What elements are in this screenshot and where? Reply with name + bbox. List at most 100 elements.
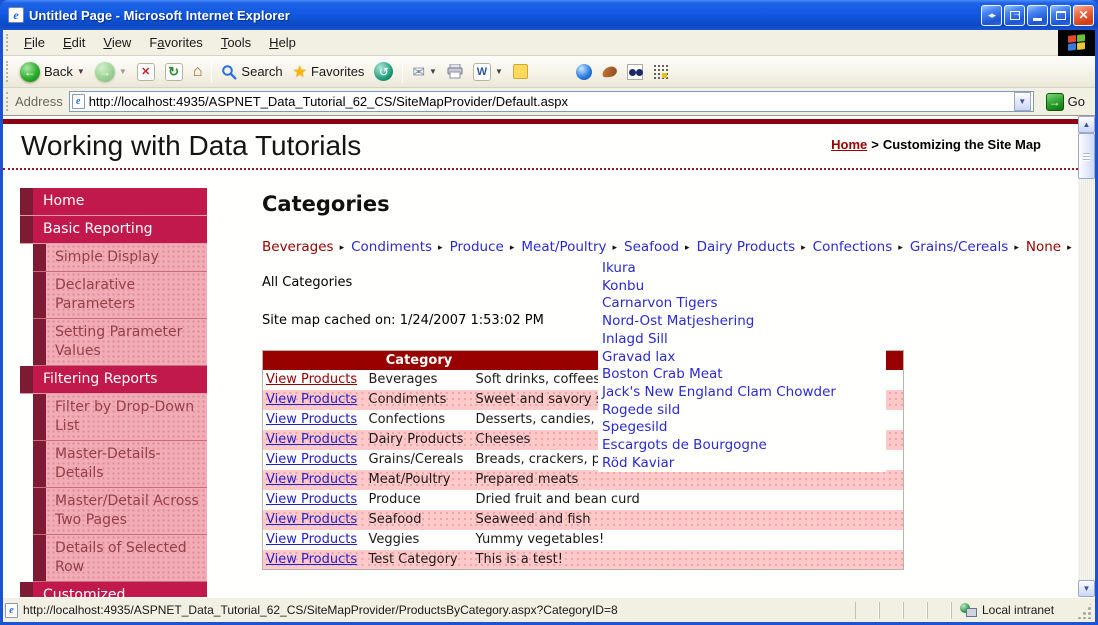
product-link-gravad-lax[interactable]: Gravad lax [602, 349, 675, 365]
sidebar-item-master-details-details[interactable]: Master-Details-Details [33, 441, 207, 488]
product-link-spegesild[interactable]: Spegesild [602, 419, 667, 435]
breadcrumb: Home > Customizing the Site Map [831, 137, 1041, 152]
print-button[interactable] [442, 61, 468, 82]
product-menu-item: Spegesild [602, 419, 886, 437]
view-products-link[interactable]: View Products [266, 432, 357, 447]
close-button[interactable]: ✕ [1073, 4, 1094, 26]
home-button[interactable]: ⌂ [188, 60, 208, 84]
refresh-button[interactable]: ↻ [160, 60, 188, 84]
view-products-link[interactable]: View Products [266, 392, 357, 407]
favorites-button[interactable]: ★ Favorites [288, 59, 370, 85]
status-pane [927, 601, 951, 619]
category-link-meat-poultry[interactable]: Meat/Poultry [521, 239, 606, 255]
scroll-down-button[interactable]: ▼ [1078, 580, 1095, 597]
popout-button[interactable] [1004, 4, 1025, 26]
favorites-star-icon: ★ [292, 63, 307, 81]
discuss-button[interactable] [508, 61, 533, 82]
toolbar-grip[interactable] [6, 33, 11, 52]
product-link-jack-s-new-england-clam-chowder[interactable]: Jack's New England Clam Chowder [602, 384, 836, 400]
category-link-none[interactable]: None [1026, 239, 1061, 255]
product-menu-item: Boston Crab Meat [602, 366, 886, 384]
menu-favorites[interactable]: Favorites [140, 32, 211, 53]
debugger-button[interactable] [648, 61, 673, 82]
left-right-arrows-icon: ◂▸ [987, 9, 996, 20]
view-products-link[interactable]: View Products [266, 472, 357, 487]
sidebar-item-basic-reporting[interactable]: Basic Reporting [20, 216, 207, 244]
search-button[interactable]: Search [216, 61, 287, 83]
menu-arrow-icon: ▸ [438, 243, 443, 253]
product-link-ikura[interactable]: Ikura [602, 260, 636, 276]
view-products-link[interactable]: View Products [266, 452, 357, 467]
resize-horizontal-button[interactable]: ◂▸ [981, 4, 1002, 26]
sidebar-item-simple-display[interactable]: Simple Display [33, 244, 207, 272]
menu-tools[interactable]: Tools [212, 32, 260, 53]
title-bar[interactable]: e Untitled Page - Microsoft Internet Exp… [0, 0, 1098, 30]
sidebar-item-declarative-parameters[interactable]: Declarative Parameters [33, 272, 207, 319]
maximize-button[interactable] [1050, 4, 1071, 26]
category-link-grains-cereals[interactable]: Grains/Cereals [910, 239, 1009, 255]
toolbar-grip[interactable] [6, 92, 11, 111]
category-link-seafood[interactable]: Seafood [624, 239, 679, 255]
sidebar-item-filter-by-drop-down-list[interactable]: Filter by Drop-Down List [33, 394, 207, 441]
research-button[interactable] [622, 61, 648, 83]
product-link-carnarvon-tigers[interactable]: Carnarvon Tigers [602, 295, 718, 311]
menu-arrow-icon: ▸ [1067, 243, 1072, 253]
menu-file[interactable]: File [15, 32, 54, 53]
messenger-button[interactable] [571, 61, 597, 83]
view-products-link[interactable]: View Products [266, 532, 357, 547]
mail-button[interactable]: ✉ ▼ [407, 60, 442, 84]
addon-button[interactable] [597, 64, 622, 80]
address-dropdown-button[interactable]: ▼ [1013, 92, 1031, 111]
resize-grip[interactable] [1077, 601, 1093, 619]
category-link-condiments[interactable]: Condiments [351, 239, 432, 255]
menu-view[interactable]: View [94, 32, 140, 53]
sidebar-item-details-of-selected-row[interactable]: Details of Selected Row [33, 535, 207, 582]
forward-button[interactable]: → ▼ [90, 59, 132, 85]
product-link-r-d-kaviar[interactable]: Röd Kaviar [602, 455, 674, 471]
category-link-produce[interactable]: Produce [450, 239, 504, 255]
sidebar-item-customized[interactable]: Customized [20, 582, 207, 597]
product-link-inlagd-sill[interactable]: Inlagd Sill [602, 331, 668, 347]
stop-button[interactable]: ✕ [132, 60, 160, 84]
view-products-link[interactable]: View Products [266, 512, 357, 527]
scrollbar-thumb[interactable] [1078, 133, 1095, 179]
category-link-beverages[interactable]: Beverages [262, 239, 334, 255]
sidebar-item-filtering-reports[interactable]: Filtering Reports [20, 366, 207, 394]
maximize-icon [1055, 10, 1066, 20]
sidebar-item-master-detail-across-two-pages[interactable]: Master/Detail Across Two Pages [33, 488, 207, 535]
product-link-boston-crab-meat[interactable]: Boston Crab Meat [602, 366, 723, 382]
product-link-rogede-sild[interactable]: Rogede sild [602, 402, 680, 418]
description-cell: Seaweed and fish [472, 509, 904, 530]
category-cell: Seafood [365, 509, 473, 530]
category-link-dairy-products[interactable]: Dairy Products [697, 239, 796, 255]
menu-edit[interactable]: Edit [54, 32, 94, 53]
scroll-up-button[interactable]: ▲ [1078, 116, 1095, 133]
view-products-link[interactable]: View Products [266, 492, 357, 507]
sidebar-item-setting-parameter-values[interactable]: Setting Parameter Values [33, 319, 207, 366]
product-link-konbu[interactable]: Konbu [602, 278, 644, 294]
product-link-nord-ost-matjeshering[interactable]: Nord-Ost Matjeshering [602, 313, 754, 329]
view-products-link[interactable]: View Products [266, 552, 357, 567]
product-menu-item: Röd Kaviar [602, 455, 886, 473]
category-link-confections[interactable]: Confections [813, 239, 893, 255]
view-products-link[interactable]: View Products [266, 412, 357, 427]
sidebar-item-label: Basic Reporting [33, 216, 207, 243]
sidebar-item-label: Simple Display [46, 244, 207, 271]
sidebar-item-home[interactable]: Home [20, 188, 207, 216]
vertical-scrollbar[interactable]: ▲ ▼ [1078, 116, 1095, 597]
edit-with-word-button[interactable]: W ▼ [468, 60, 508, 84]
address-input[interactable]: e http://localhost:4935/ASPNET_Data_Tuto… [68, 91, 1034, 112]
category-cell: Test Category [365, 549, 473, 570]
back-button[interactable]: ← Back ▼ [15, 59, 90, 85]
breadcrumb-home-link[interactable]: Home [831, 137, 867, 152]
go-button[interactable]: → Go [1042, 92, 1089, 112]
product-link-escargots-de-bourgogne[interactable]: Escargots de Bourgogne [602, 437, 767, 453]
menu-help[interactable]: Help [260, 32, 305, 53]
address-label: Address [15, 94, 63, 109]
toolbar-grip[interactable] [6, 60, 11, 83]
view-products-link[interactable]: View Products [266, 372, 357, 387]
forward-icon: → [94, 61, 115, 82]
minimize-button[interactable] [1027, 4, 1048, 26]
history-button[interactable]: ↺ [369, 59, 398, 84]
history-icon: ↺ [374, 62, 394, 81]
